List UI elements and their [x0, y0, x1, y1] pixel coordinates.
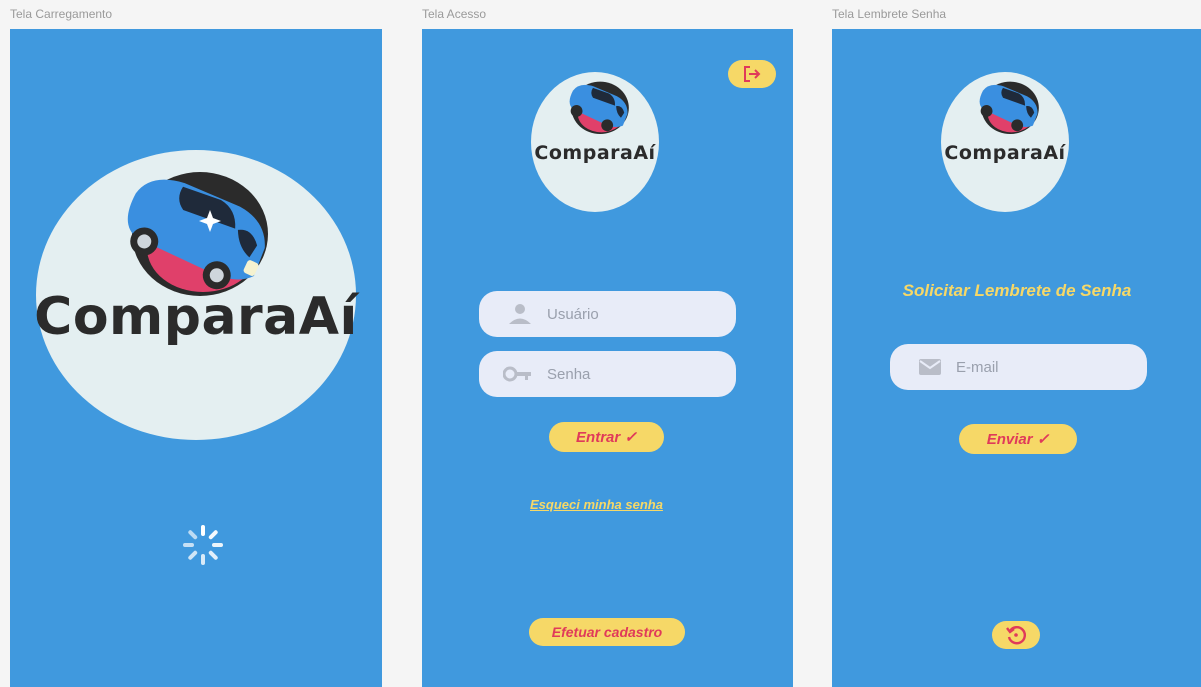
back-button[interactable]: [992, 621, 1040, 649]
screen-label-login: Tela Acesso: [422, 7, 487, 21]
screen-label-reminder: Tela Lembrete Senha: [832, 7, 947, 21]
email-input[interactable]: [954, 357, 1118, 377]
exit-button[interactable]: [728, 60, 776, 88]
logo-text: ComparaAí: [944, 142, 1066, 164]
username-input[interactable]: [545, 304, 709, 324]
logo-text: ComparaAí: [34, 287, 358, 347]
login-button[interactable]: Entrar ✓: [549, 422, 664, 452]
car-logo-icon: [979, 81, 1039, 135]
undo-icon: [1006, 626, 1026, 645]
loading-spinner-icon: [183, 525, 223, 565]
password-input[interactable]: [545, 364, 709, 384]
login-screen: ComparaAí Entrar ✓ Esqueci minha senha E…: [422, 29, 793, 687]
exit-icon: [744, 66, 761, 82]
register-button[interactable]: Efetuar cadastro: [529, 618, 685, 646]
mail-icon: [918, 358, 942, 376]
email-field[interactable]: [890, 344, 1147, 390]
key-icon: [503, 366, 533, 382]
logo-text: ComparaAí: [534, 142, 656, 164]
car-logo-icon: [127, 172, 268, 296]
user-icon: [507, 303, 533, 325]
password-reminder-screen: ComparaAí Solicitar Lembrete de Senha En…: [832, 29, 1201, 687]
username-field[interactable]: [479, 291, 736, 337]
send-button[interactable]: Enviar ✓: [959, 424, 1077, 454]
car-logo-icon: [569, 81, 629, 135]
loading-screen: ComparaAí: [10, 29, 382, 687]
password-field[interactable]: [479, 351, 736, 397]
page-title: Solicitar Lembrete de Senha: [902, 281, 1132, 300]
screen-label-loading: Tela Carregamento: [10, 7, 113, 21]
forgot-password-link[interactable]: Esqueci minha senha: [530, 497, 663, 512]
